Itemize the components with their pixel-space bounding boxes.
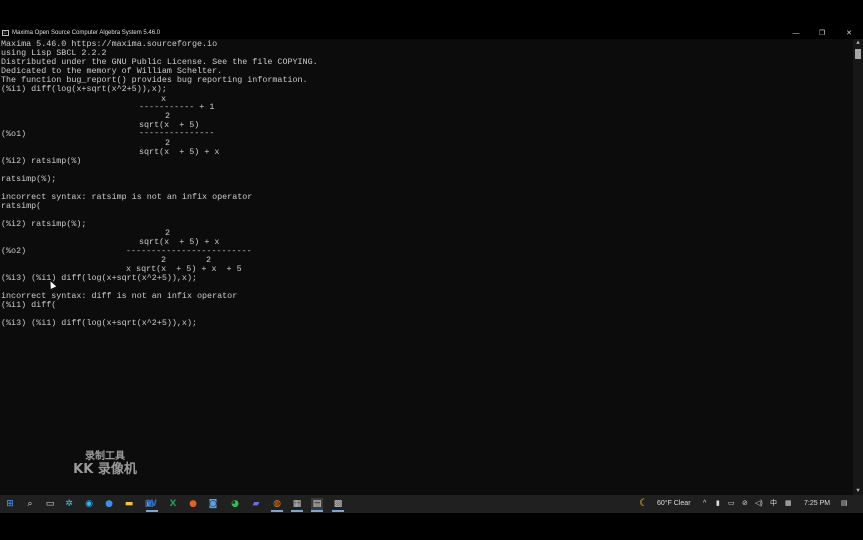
console-line: ratsimp( [1,201,42,211]
vertical-scrollbar[interactable]: ▲ ▼ [853,39,863,495]
input-line-i2: (%i2) ratsimp(%); [1,219,87,229]
app2-icon[interactable]: ▦ [291,498,303,510]
excel-icon[interactable]: X [167,498,179,510]
input-line-i2: (%i2) ratsimp(%) [1,156,82,166]
task-view-icon[interactable]: ▭ [44,498,56,510]
teams-icon[interactable]: ▰ [250,498,262,510]
app-icon[interactable]: ◙ [207,498,219,510]
scroll-up-arrow-icon[interactable]: ▲ [854,39,862,47]
o2-fraction-bar: ------------------------- [126,246,252,256]
bottom-black-band [0,513,863,540]
app3-active-indicator [332,510,344,512]
notification-icon[interactable]: ▤ [841,498,848,510]
top-black-band [0,0,863,28]
console-line: (%i1) diff( [1,300,57,310]
moon-icon[interactable]: ☾ [639,498,648,510]
terminal-icon[interactable]: ▤ [311,498,323,510]
app2-active-indicator [291,510,303,512]
input-line-i3: (%i3) (%i1) diff(log(x+sqrt(x^2+5)),x); [1,273,198,283]
wechat-icon[interactable]: ◕ [229,498,241,510]
usb-icon[interactable]: ▮ [716,498,720,510]
maxima-console-window: C: Maxima Open Source Computer Algebra S… [0,28,863,495]
console-output[interactable]: Maxima 5.46.0 https://maxima.sourceforge… [0,39,850,495]
office-icon[interactable]: ● [187,498,199,510]
close-button[interactable]: ✕ [842,29,856,38]
output-label-o2: (%o2) [1,246,27,256]
input-line-i3: (%i3) (%i1) diff(log(x+sqrt(x^2+5)),x); [1,318,198,328]
console-line: ratsimp(%); [1,174,57,184]
browser2-icon[interactable]: ◍ [271,498,283,510]
settings-icon[interactable]: ✲ [63,498,75,510]
output-label-o1: (%o1) [1,129,27,139]
o1-denominator: sqrt(x + 5) + x [139,147,220,157]
device-icon[interactable]: ▭ [728,498,735,510]
chevron-up-icon[interactable]: ^ [703,498,706,510]
console-app-icon: C: [2,30,9,36]
taskbar: ⊞ ⌕ ▭ ✲ ◉ ● ▬ ▣ W X ● ◙ ◕ ▰ ◍ ▦ ▤ ▩ ☾ 60… [0,495,863,513]
link-icon[interactable]: ⊘ [742,498,748,510]
minimize-button[interactable]: — [789,29,803,38]
title-bar[interactable]: C: Maxima Open Source Computer Algebra S… [0,28,863,39]
browser-icon[interactable]: ● [103,498,115,510]
search-icon[interactable]: ⌕ [24,498,36,510]
clock-time[interactable]: 7:25 PM [804,498,830,510]
browser2-active-indicator [271,510,283,512]
scroll-down-arrow-icon[interactable]: ▼ [854,487,862,495]
maximize-button[interactable]: ❐ [815,29,829,38]
input-method-icon[interactable]: ▦ [785,498,792,510]
o1-main-fraction-bar: --------------- [139,128,215,138]
word-icon[interactable]: W [146,498,158,510]
app3-icon[interactable]: ▩ [332,498,344,510]
file-explorer-icon[interactable]: ▬ [123,498,135,510]
ime-indicator[interactable]: 中 [770,498,777,510]
terminal-active-indicator [311,510,323,512]
scroll-thumb[interactable] [855,49,861,59]
watermark-line1: 录制工具 [85,451,125,462]
o1-inner-fraction-bar: ----------- + 1 [139,102,215,112]
word-active-indicator [146,510,158,512]
volume-icon[interactable]: ◁) [755,498,763,510]
recorder-watermark: 录制工具 KK 录像机 [70,451,140,477]
watermark-line2: KK 录像机 [73,462,137,477]
input-line-i1: (%i1) diff(log(x+sqrt(x^2+5)),x); [1,84,167,94]
windows-start-icon[interactable]: ⊞ [4,498,16,510]
window-title: Maxima Open Source Computer Algebra Syst… [12,30,161,36]
weather-text[interactable]: 60°F Clear [657,498,691,510]
edge-icon[interactable]: ◉ [83,498,95,510]
